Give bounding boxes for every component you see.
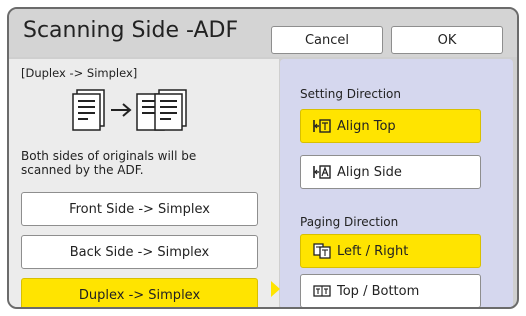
mode-description: Both sides of originals will be scanned … xyxy=(21,149,197,177)
align-side-label: Align Side xyxy=(337,164,402,180)
front-side-simplex-button[interactable]: Front Side -> Simplex xyxy=(21,192,258,226)
dialog-header: Scanning Side -ADF Cancel OK xyxy=(9,9,517,57)
align-top-icon xyxy=(313,119,331,133)
direction-panel: Setting Direction Align Top Align Side P… xyxy=(280,59,513,307)
cancel-button[interactable]: Cancel xyxy=(271,26,383,54)
setting-direction-label: Setting Direction xyxy=(300,87,401,101)
top-bottom-button[interactable]: Top / Bottom xyxy=(300,274,481,307)
duplex-simplex-button[interactable]: Duplex -> Simplex xyxy=(21,278,258,307)
back-side-simplex-button[interactable]: Back Side -> Simplex xyxy=(21,235,258,269)
selection-pointer xyxy=(271,281,280,297)
left-right-button[interactable]: Left / Right xyxy=(300,234,481,268)
align-side-icon xyxy=(313,165,331,179)
paging-direction-label: Paging Direction xyxy=(300,215,399,229)
scanning-side-dialog: Scanning Side -ADF Cancel OK [Duplex -> … xyxy=(7,7,519,309)
left-right-paging-icon xyxy=(313,243,331,259)
align-side-button[interactable]: Align Side xyxy=(300,155,481,189)
mode-panel: [Duplex -> Simplex] Both sides of origin… xyxy=(9,59,279,307)
mode-label: [Duplex -> Simplex] xyxy=(21,66,138,80)
top-bottom-paging-icon xyxy=(313,285,331,297)
duplex-to-simplex-illustration-icon xyxy=(72,89,187,131)
left-right-label: Left / Right xyxy=(337,243,409,259)
top-bottom-label: Top / Bottom xyxy=(337,283,420,299)
align-top-button[interactable]: Align Top xyxy=(300,109,481,143)
align-top-label: Align Top xyxy=(337,118,396,134)
ok-button[interactable]: OK xyxy=(391,26,503,54)
dialog-title: Scanning Side -ADF xyxy=(23,18,239,43)
